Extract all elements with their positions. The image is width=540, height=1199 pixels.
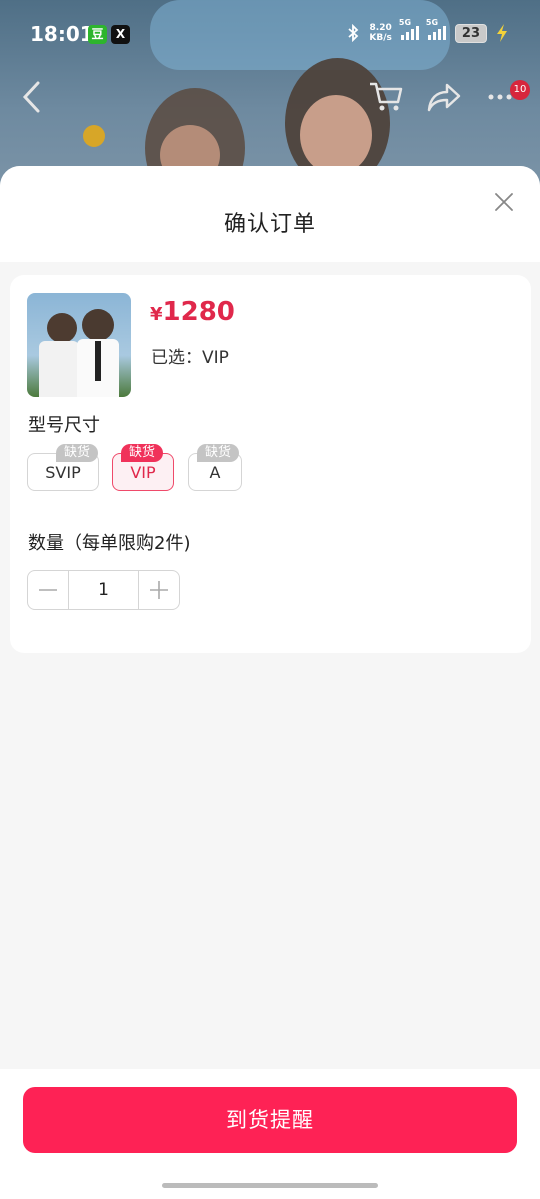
app-notification-icon-x: X: [111, 25, 130, 44]
restock-reminder-button[interactable]: 到货提醒: [23, 1087, 517, 1153]
quantity-value[interactable]: 1: [68, 571, 139, 609]
increment-button[interactable]: [139, 571, 179, 609]
close-icon[interactable]: [492, 190, 516, 214]
product-thumbnail: [27, 293, 131, 397]
home-indicator[interactable]: [162, 1183, 378, 1188]
back-arrow-icon[interactable]: [20, 80, 44, 114]
selected-spec-text: 已选：VIP: [151, 348, 229, 368]
plus-icon: [150, 581, 168, 599]
charging-icon: [497, 24, 507, 42]
price-value: 1280: [162, 297, 235, 327]
minus-icon: [39, 589, 57, 591]
bottom-action-bar: 到货提醒: [0, 1069, 540, 1199]
sheet-header: 确认订单: [0, 166, 540, 262]
bluetooth-icon: [348, 24, 359, 42]
signal-icon-2: 5G: [426, 18, 446, 40]
app-notification-icon-douban: 豆: [88, 25, 107, 44]
spec-option-a[interactable]: A 缺货: [188, 444, 242, 491]
signal-icon-1: 5G: [399, 18, 419, 40]
spec-option-label: SVIP: [45, 463, 81, 482]
status-time: 18:01: [30, 22, 94, 46]
signal-type-1: 5G: [398, 18, 412, 27]
spec-option-label: VIP: [130, 463, 156, 482]
status-bar: 18:01 豆 X 8.20 KB/s 5G 5G 23: [0, 0, 540, 70]
spec-option-label: A: [209, 463, 221, 482]
quantity-label: 数量（每单限购2件): [28, 533, 191, 554]
spec-section-label: 型号尺寸: [28, 415, 100, 436]
sheet-title: 确认订单: [223, 212, 316, 237]
cart-icon[interactable]: [368, 80, 404, 114]
out-of-stock-tag: 缺货: [55, 444, 98, 462]
decrement-button[interactable]: [28, 571, 68, 609]
confirm-order-sheet: 确认订单 ¥1280 已选：VIP 型号尺寸 SVIP 缺货 VIP 缺货 A …: [0, 166, 540, 1199]
share-icon[interactable]: [426, 80, 462, 114]
background-dot: [83, 125, 105, 147]
network-speed-value: 8.20: [369, 23, 392, 33]
network-speed: 8.20 KB/s: [369, 23, 391, 43]
price-currency: ¥: [150, 304, 163, 325]
product-price: ¥1280: [150, 297, 235, 327]
spec-option-vip[interactable]: VIP 缺货: [112, 444, 174, 491]
out-of-stock-tag: 缺货: [120, 444, 163, 462]
status-right-group: 8.20 KB/s 5G 5G 23: [346, 18, 508, 43]
notification-count-badge: 10: [510, 80, 530, 100]
more-icon[interactable]: [488, 92, 512, 102]
network-speed-unit: KB/s: [369, 33, 392, 43]
quantity-stepper: 1: [27, 570, 180, 610]
product-card: ¥1280 已选：VIP 型号尺寸 SVIP 缺货 VIP 缺货 A 缺货 数量…: [10, 275, 531, 653]
out-of-stock-tag: 缺货: [196, 444, 239, 462]
spec-option-svip[interactable]: SVIP 缺货: [27, 444, 99, 491]
battery-indicator: 23: [454, 23, 487, 43]
background-face-right: [300, 95, 372, 175]
signal-type-2: 5G: [425, 18, 439, 27]
